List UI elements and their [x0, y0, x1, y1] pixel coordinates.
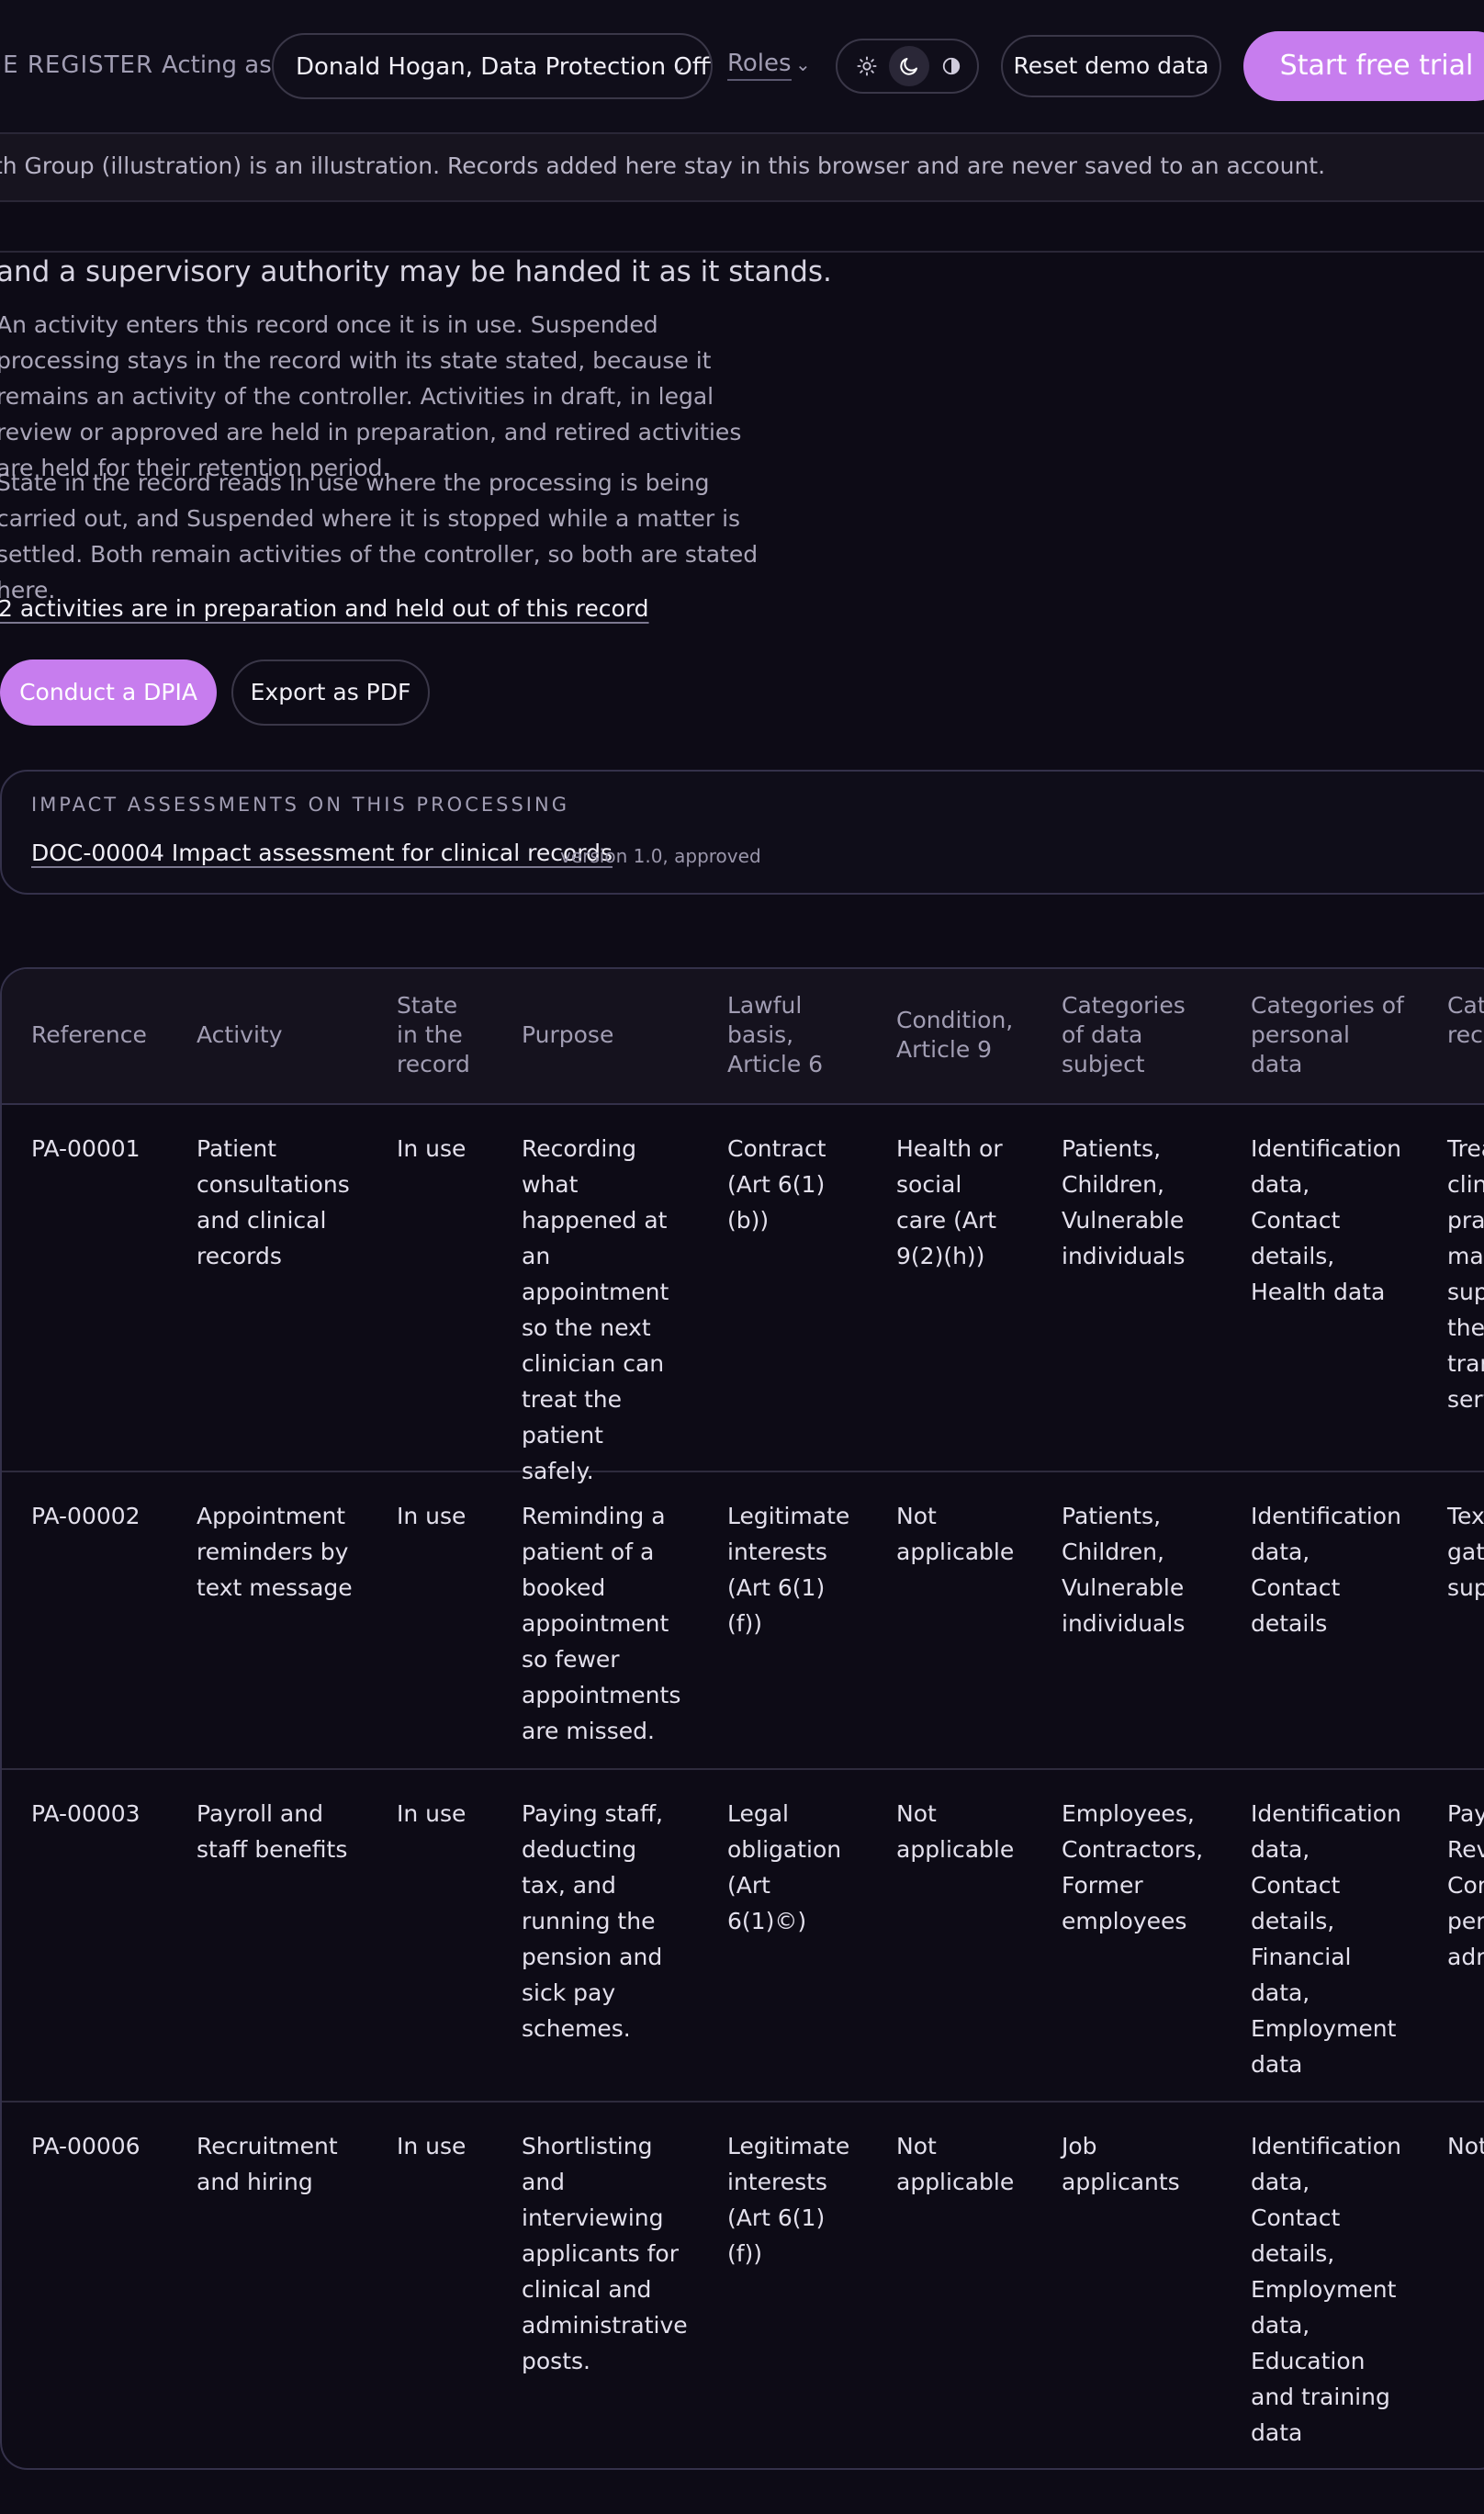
- cell-condition: Not applicable: [896, 1503, 1015, 1565]
- column-header: Categories of data subject: [1062, 992, 1186, 1077]
- table-row[interactable]: PA-00001 Patient consultations and clini…: [2, 1105, 1484, 1484]
- chevron-down-icon: ⌄: [795, 53, 811, 75]
- column-header: Purpose: [522, 1021, 614, 1048]
- intro-lead: and a supervisory authority may be hande…: [0, 255, 832, 288]
- brand-title: GE REGISTER: [0, 51, 154, 79]
- cell-reference: PA-00006: [31, 2133, 141, 2159]
- cell-activity: Appointment reminders by text message: [197, 1503, 353, 1601]
- column-header: Lawful basis, Article 6: [727, 992, 824, 1077]
- cell-activity: Patient consultations and clinical recor…: [197, 1135, 350, 1269]
- cell-reference: PA-00003: [31, 1800, 141, 1827]
- roles-menu[interactable]: Roles: [727, 50, 792, 81]
- illustration-banner: lth Group (illustration) is an illustrat…: [0, 132, 1484, 202]
- cell-purpose: Paying staff, deducting tax, and running…: [522, 1800, 663, 2042]
- cell-personal-data: Identification data, Contact details, Em…: [1251, 2133, 1401, 2446]
- cell-purpose: Reminding a patient of a booked appointm…: [522, 1503, 681, 1744]
- column-header: Condition, Article 9: [896, 1007, 1014, 1063]
- cell-condition: Not applicable: [896, 1800, 1015, 1863]
- intro-paragraph: An activity enters this record once it i…: [0, 311, 742, 481]
- acting-as-label: Acting as: [162, 51, 272, 79]
- cell-activity: Payroll and staff benefits: [197, 1800, 348, 1863]
- chevron-down-icon: ⌄: [671, 55, 687, 77]
- actor-select-value: Donald Hogan, Data Protection Officer: [296, 53, 713, 81]
- banner-text: lth Group (illustration) is an illustrat…: [0, 152, 1326, 179]
- intro-paragraph: State in the record reads In use where t…: [0, 469, 759, 603]
- impact-assessments-heading: IMPACT ASSESSMENTS ON THIS PROCESSING: [31, 794, 569, 816]
- export-pdf-button[interactable]: Export as PDF: [231, 660, 430, 726]
- cell-data-subjects: Job applicants: [1062, 2133, 1180, 2195]
- table-header: Reference Activity State in the record P…: [2, 969, 1484, 1105]
- impact-assessment-meta: version 1.0, approved: [560, 845, 761, 867]
- cell-recipients: Not: [1447, 2133, 1484, 2159]
- cell-condition: Health or social care (Art 9(2)(h)): [896, 1135, 1003, 1269]
- column-header: State in the record: [397, 992, 470, 1077]
- cell-lawful-basis: Contract (Art 6(1)(b)): [727, 1135, 826, 1234]
- preparation-activities-link[interactable]: 2 activities are in preparation and held…: [0, 595, 649, 622]
- cell-data-subjects: Employees, Contractors, Former employees: [1062, 1800, 1204, 1934]
- cell-reference: PA-00001: [31, 1135, 141, 1162]
- impact-assessment-link[interactable]: DOC-00004 Impact assessment for clinical…: [31, 840, 613, 866]
- cell-activity: Recruitment and hiring: [197, 2133, 338, 2195]
- impact-assessments-panel: IMPACT ASSESSMENTS ON THIS PROCESSING DO…: [0, 770, 1484, 895]
- cell-personal-data: Identification data, Contact details, He…: [1251, 1135, 1401, 1305]
- sun-icon[interactable]: [847, 46, 887, 86]
- table-row[interactable]: PA-00002 Appointment reminders by text m…: [2, 1472, 1484, 1770]
- theme-switcher: [836, 39, 979, 94]
- table-row[interactable]: PA-00003 Payroll and staff benefits In u…: [2, 1770, 1484, 2103]
- cell-purpose: Recording what happened at an appointmen…: [522, 1135, 669, 1484]
- cell-personal-data: Identification data, Contact details, Fi…: [1251, 1800, 1401, 2078]
- cell-condition: Not applicable: [896, 2133, 1015, 2195]
- cell-data-subjects: Patients, Children, Vulnerable individua…: [1062, 1135, 1186, 1269]
- actor-select[interactable]: Donald Hogan, Data Protection Officer ⌄: [272, 33, 713, 99]
- cell-personal-data: Identification data, Contact details: [1251, 1503, 1401, 1637]
- start-free-trial-button[interactable]: Start free trial: [1243, 31, 1484, 101]
- cell-reference: PA-00002: [31, 1503, 141, 1529]
- contrast-icon[interactable]: [931, 46, 972, 86]
- cell-state: In use: [397, 1503, 467, 1529]
- divider: [0, 251, 1484, 253]
- column-header: Cat rec: [1447, 992, 1484, 1048]
- cell-lawful-basis: Legal obligation (Art 6(1)©): [727, 1800, 842, 1934]
- top-bar: GE REGISTER Acting as Donald Hogan, Data…: [0, 0, 1484, 132]
- cell-lawful-basis: Legitimate interests (Art 6(1)(f)): [727, 2133, 850, 2267]
- cell-lawful-basis: Legitimate interests (Art 6(1)(f)): [727, 1503, 850, 1637]
- column-header: Reference: [31, 1021, 147, 1048]
- conduct-dpia-button[interactable]: Conduct a DPIA: [0, 660, 217, 726]
- processing-activities-table: Reference Activity State in the record P…: [0, 967, 1484, 2470]
- cell-state: In use: [397, 2133, 467, 2159]
- column-header: Activity: [197, 1021, 283, 1048]
- cell-state: In use: [397, 1800, 467, 1827]
- reset-demo-data-button[interactable]: Reset demo data: [1001, 35, 1221, 97]
- cell-recipients: Tex gat sup: [1447, 1503, 1484, 1601]
- cell-recipients: Trea clin prac man sup the tran serv: [1447, 1135, 1484, 1413]
- cell-recipients: Pay Rev Cor per adm: [1447, 1800, 1484, 1970]
- cell-data-subjects: Patients, Children, Vulnerable individua…: [1062, 1503, 1186, 1637]
- moon-icon[interactable]: [889, 46, 929, 86]
- cell-state: In use: [397, 1135, 467, 1162]
- table-row[interactable]: PA-00006 Recruitment and hiring In use S…: [2, 2103, 1484, 2468]
- cell-purpose: Shortlisting and interviewing applicants…: [522, 2133, 688, 2374]
- column-header: Categories of personal data: [1251, 992, 1404, 1077]
